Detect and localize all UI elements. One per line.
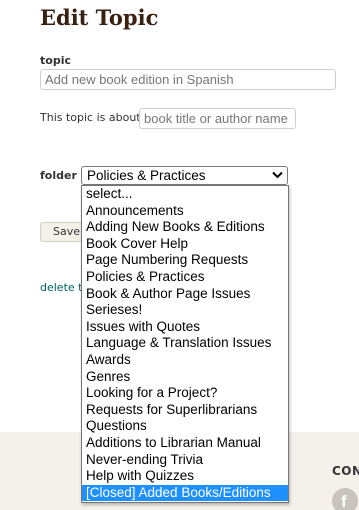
dropdown-option[interactable]: Announcements: [82, 203, 288, 220]
dropdown-option[interactable]: select...: [82, 186, 288, 203]
dropdown-option[interactable]: Book & Author Page Issues: [82, 286, 288, 303]
folder-dropdown-list[interactable]: select... Announcements Adding New Books &…: [81, 185, 289, 503]
dropdown-option[interactable]: Requests for Superlibrarians: [82, 402, 288, 419]
dropdown-option[interactable]: Page Numbering Requests: [82, 252, 288, 269]
page-title: Edit Topic: [40, 5, 159, 30]
dropdown-option[interactable]: Policies & Practices: [82, 269, 288, 286]
dropdown-option[interactable]: Serieses!: [82, 302, 288, 319]
delete-topic-link[interactable]: delete t: [40, 281, 82, 294]
topic-input[interactable]: Add new book edition in Spanish: [40, 69, 336, 90]
dropdown-option[interactable]: Never-ending Trivia: [82, 452, 288, 469]
about-label: This topic is about: [40, 111, 141, 124]
dropdown-option[interactable]: Language & Translation Issues: [82, 335, 288, 352]
folder-select-value: Policies & Practices: [87, 168, 206, 183]
facebook-icon-letter: f: [341, 492, 347, 510]
facebook-icon[interactable]: f: [332, 488, 358, 510]
chevron-down-icon: [272, 171, 283, 179]
dropdown-option[interactable]: Awards: [82, 352, 288, 369]
dropdown-option[interactable]: Genres: [82, 369, 288, 386]
dropdown-option[interactable]: Additions to Librarian Manual: [82, 435, 288, 452]
folder-label: folder: [40, 169, 77, 182]
about-input[interactable]: book title or author name: [139, 108, 296, 129]
dropdown-option[interactable]: Book Cover Help: [82, 236, 288, 253]
footer-heading: CON: [332, 464, 359, 478]
dropdown-option[interactable]: Help with Quizzes: [82, 468, 288, 485]
dropdown-option[interactable]: Questions: [82, 418, 288, 435]
dropdown-option[interactable]: Looking for a Project?: [82, 385, 288, 402]
dropdown-option[interactable]: [Closed] Added Books/Editions: [82, 484, 288, 502]
folder-select[interactable]: Policies & Practices: [81, 166, 288, 185]
dropdown-option[interactable]: Adding New Books & Editions: [82, 219, 288, 236]
topic-label: topic: [40, 54, 71, 67]
dropdown-option[interactable]: Issues with Quotes: [82, 319, 288, 336]
